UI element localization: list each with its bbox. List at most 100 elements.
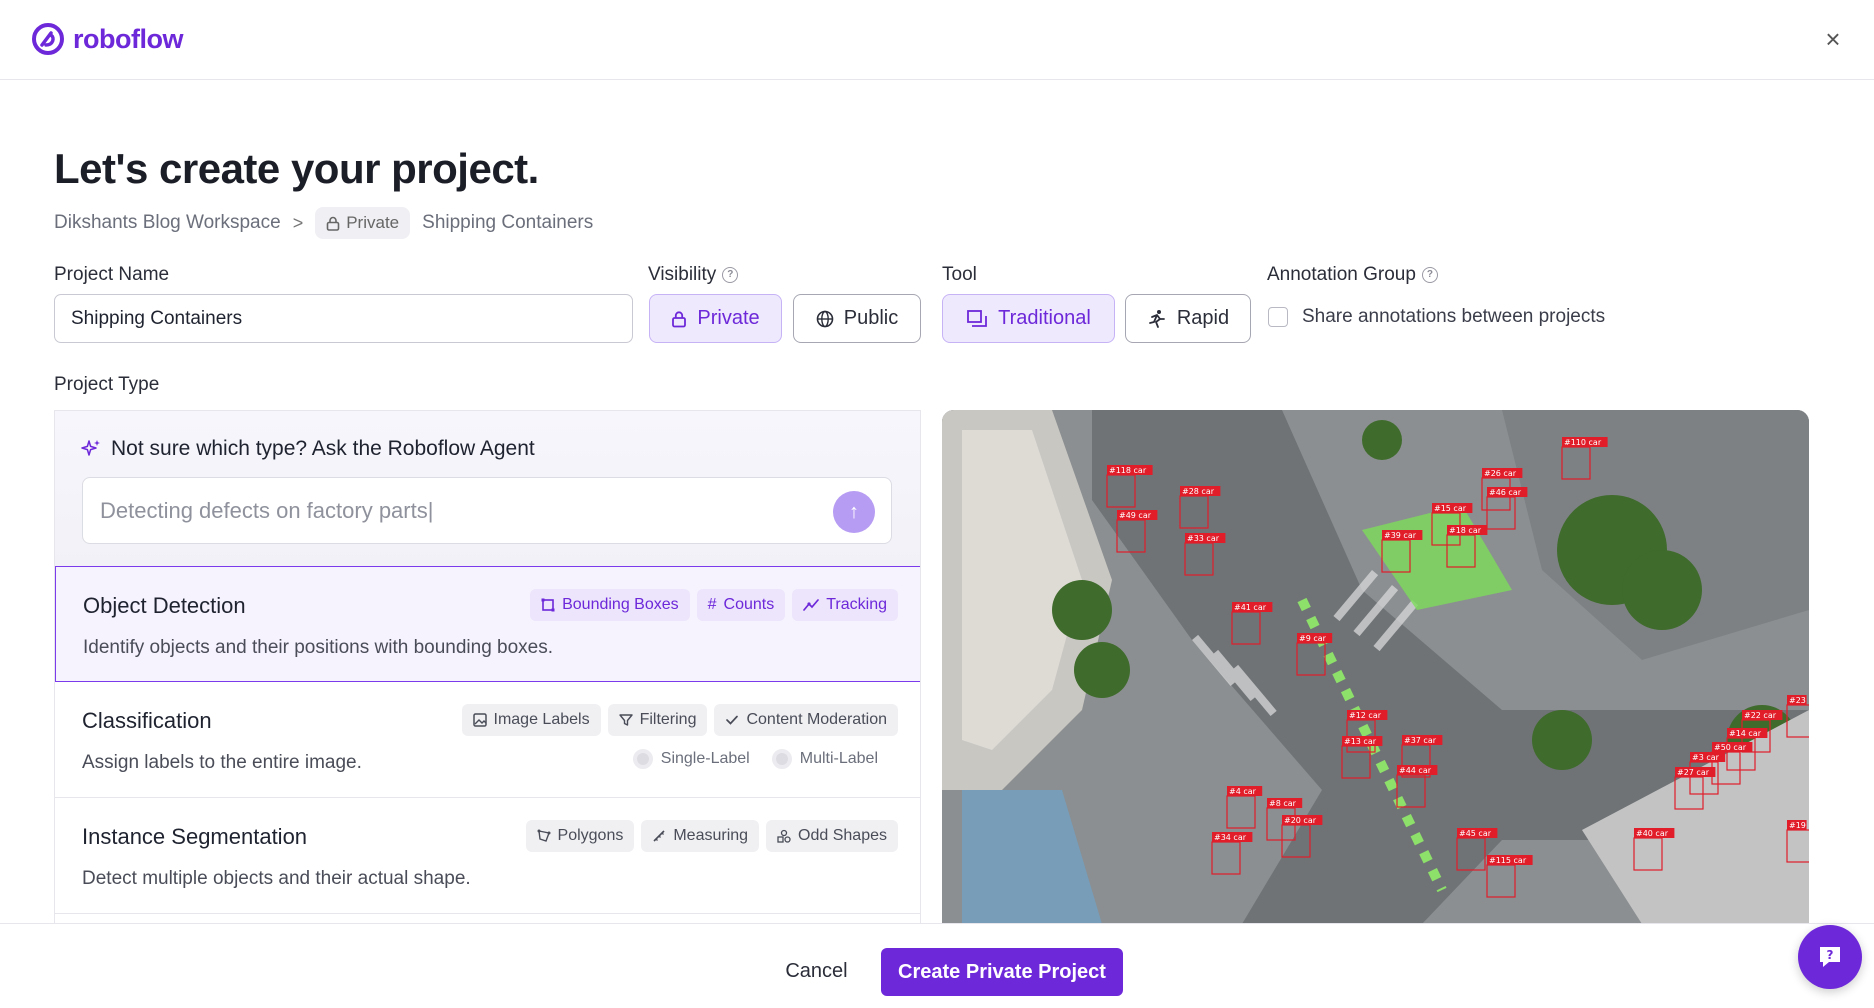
chat-help-icon: ? [1820, 947, 1840, 967]
share-annotations-checkbox[interactable] [1268, 307, 1288, 327]
tag-tracking: Tracking [792, 589, 898, 621]
breadcrumb-project: Shipping Containers [422, 212, 594, 233]
roboflow-logo-icon [32, 23, 64, 55]
tool-rapid-label: Rapid [1176, 307, 1230, 329]
share-annotations-row[interactable]: Share annotations between projects [1268, 306, 1605, 328]
polygon-icon [537, 829, 551, 842]
visibility-public-label: Public [843, 307, 899, 329]
hash-icon: # [707, 596, 717, 613]
breadcrumb-workspace[interactable]: Dikshants Blog Workspace [54, 212, 281, 234]
detection-label: #23 [1789, 696, 1806, 705]
close-icon[interactable]: × [1820, 26, 1846, 52]
detection-label: #12 car [1349, 711, 1382, 720]
detection-label: #110 car [1564, 438, 1602, 447]
tool-traditional-button[interactable]: Traditional [942, 294, 1115, 343]
check-icon [726, 715, 739, 725]
tag-odd-shapes: Odd Shapes [766, 820, 898, 852]
help-icon[interactable]: ? [1421, 267, 1438, 283]
image-icon [472, 713, 487, 727]
detection-label: #34 car [1214, 833, 1247, 842]
project-type-label: Project Type [54, 374, 160, 395]
type-tags: Image Labels Filtering Content Moderatio… [461, 704, 898, 736]
radio-multi-label[interactable]: Multi-Label [771, 749, 878, 769]
type-description: Identify objects and their positions wit… [83, 637, 554, 658]
agent-input-placeholder: Detecting defects on factory parts| [100, 498, 434, 523]
tag-image-labels: Image Labels [461, 704, 601, 736]
detection-label: #37 car [1404, 736, 1437, 745]
detection-label: #27 car [1677, 768, 1710, 777]
detection-label: #20 car [1284, 816, 1317, 825]
visibility-pill: Private [315, 207, 411, 239]
visibility-public-button[interactable]: Public [793, 294, 921, 343]
send-arrow-icon[interactable]: ↑ [833, 491, 875, 533]
detection-label: #115 car [1489, 856, 1527, 865]
detection-label: #41 car [1234, 603, 1267, 612]
create-project-button[interactable]: Create Private Project [881, 948, 1123, 996]
bounding-box-icon [541, 598, 555, 612]
detection-label: #40 car [1636, 829, 1669, 838]
help-icon[interactable]: ? [722, 267, 739, 283]
type-card-classification[interactable]: Classification Image Labels Filtering Co… [55, 682, 920, 798]
visibility-pill-label: Private [346, 213, 400, 232]
detection-label: #22 car [1744, 711, 1777, 720]
sparkles-icon [81, 440, 100, 456]
project-type-panel: Not sure which type? Ask the Roboflow Ag… [54, 410, 921, 924]
visibility-private-label: Private [697, 307, 760, 329]
detection-label: #44 car [1399, 766, 1432, 775]
visibility-label: Visibility? [648, 264, 739, 286]
agent-title: Not sure which type? Ask the Roboflow Ag… [81, 437, 535, 461]
detection-label: #15 car [1434, 504, 1467, 513]
detection-label: #45 car [1459, 829, 1492, 838]
tool-label: Tool [942, 264, 977, 285]
type-description: Detect multiple objects and their actual… [82, 868, 471, 889]
type-title: Object Detection [83, 593, 246, 618]
detection-label: #14 car [1729, 729, 1762, 738]
breadcrumb: Dikshants Blog Workspace > Private Shipp… [54, 206, 593, 240]
project-name-input[interactable] [54, 294, 633, 343]
tool-rapid-button[interactable]: Rapid [1125, 294, 1251, 343]
page-title: Let's create your project. [54, 145, 539, 192]
type-title: Instance Segmentation [82, 824, 308, 849]
agent-title-text: Not sure which type? Ask the Roboflow Ag… [111, 437, 535, 460]
detection-label: #33 car [1187, 534, 1220, 543]
detection-label: #3 car [1692, 753, 1720, 762]
footer-bar: Cancel Create Private Project [0, 923, 1874, 1008]
running-icon [1148, 309, 1165, 328]
bounding-box-tool-icon [967, 309, 988, 327]
chevron-right-icon: > [292, 212, 304, 233]
shapes-icon [777, 829, 791, 843]
label-mode-options: Single-Label Multi-Label [632, 749, 878, 769]
ruler-icon [653, 830, 665, 842]
tag-measuring: Measuring [641, 820, 760, 852]
help-chat-button[interactable]: ? [1798, 925, 1862, 989]
detection-label: #28 car [1182, 487, 1215, 496]
detection-label: #50 car [1714, 743, 1747, 752]
type-title: Classification [82, 708, 212, 733]
project-name-label: Project Name [54, 264, 170, 285]
type-card-instance-segmentation[interactable]: Instance Segmentation Polygons Measuring… [55, 798, 920, 914]
detection-label: #118 car [1109, 466, 1147, 475]
aerial-intersection-illustration: #118 car #28 car #49 car #33 car #26 car #46 … [942, 410, 1809, 924]
lock-icon [326, 216, 340, 231]
tag-content-moderation: Content Moderation [714, 704, 898, 736]
detection-label: #49 car [1119, 511, 1152, 520]
radio-icon [771, 749, 792, 769]
visibility-private-button[interactable]: Private [649, 294, 782, 343]
agent-box: Not sure which type? Ask the Roboflow Ag… [55, 411, 920, 566]
agent-input[interactable]: Detecting defects on factory parts| ↑ [82, 477, 892, 544]
cancel-button[interactable]: Cancel [770, 948, 863, 994]
detection-label: #8 car [1269, 799, 1297, 808]
type-tags: Polygons Measuring Odd Shapes [525, 820, 898, 852]
radio-single-label[interactable]: Single-Label [632, 749, 750, 769]
detection-label: #13 car [1344, 737, 1377, 746]
tag-filtering: Filtering [607, 704, 708, 736]
tracking-icon [803, 599, 820, 611]
tag-polygons: Polygons [525, 820, 635, 852]
type-card-object-detection[interactable]: Object Detection Bounding Boxes # Counts… [55, 566, 920, 682]
roboflow-logo[interactable]: roboflow [31, 22, 183, 56]
radio-icon [632, 749, 653, 769]
example-preview-image: #118 car #28 car #49 car #33 car #26 car #46 … [942, 410, 1809, 924]
detection-label: #18 car [1449, 526, 1482, 535]
logo-text: roboflow [73, 23, 183, 54]
tool-traditional-label: Traditional [998, 307, 1091, 329]
